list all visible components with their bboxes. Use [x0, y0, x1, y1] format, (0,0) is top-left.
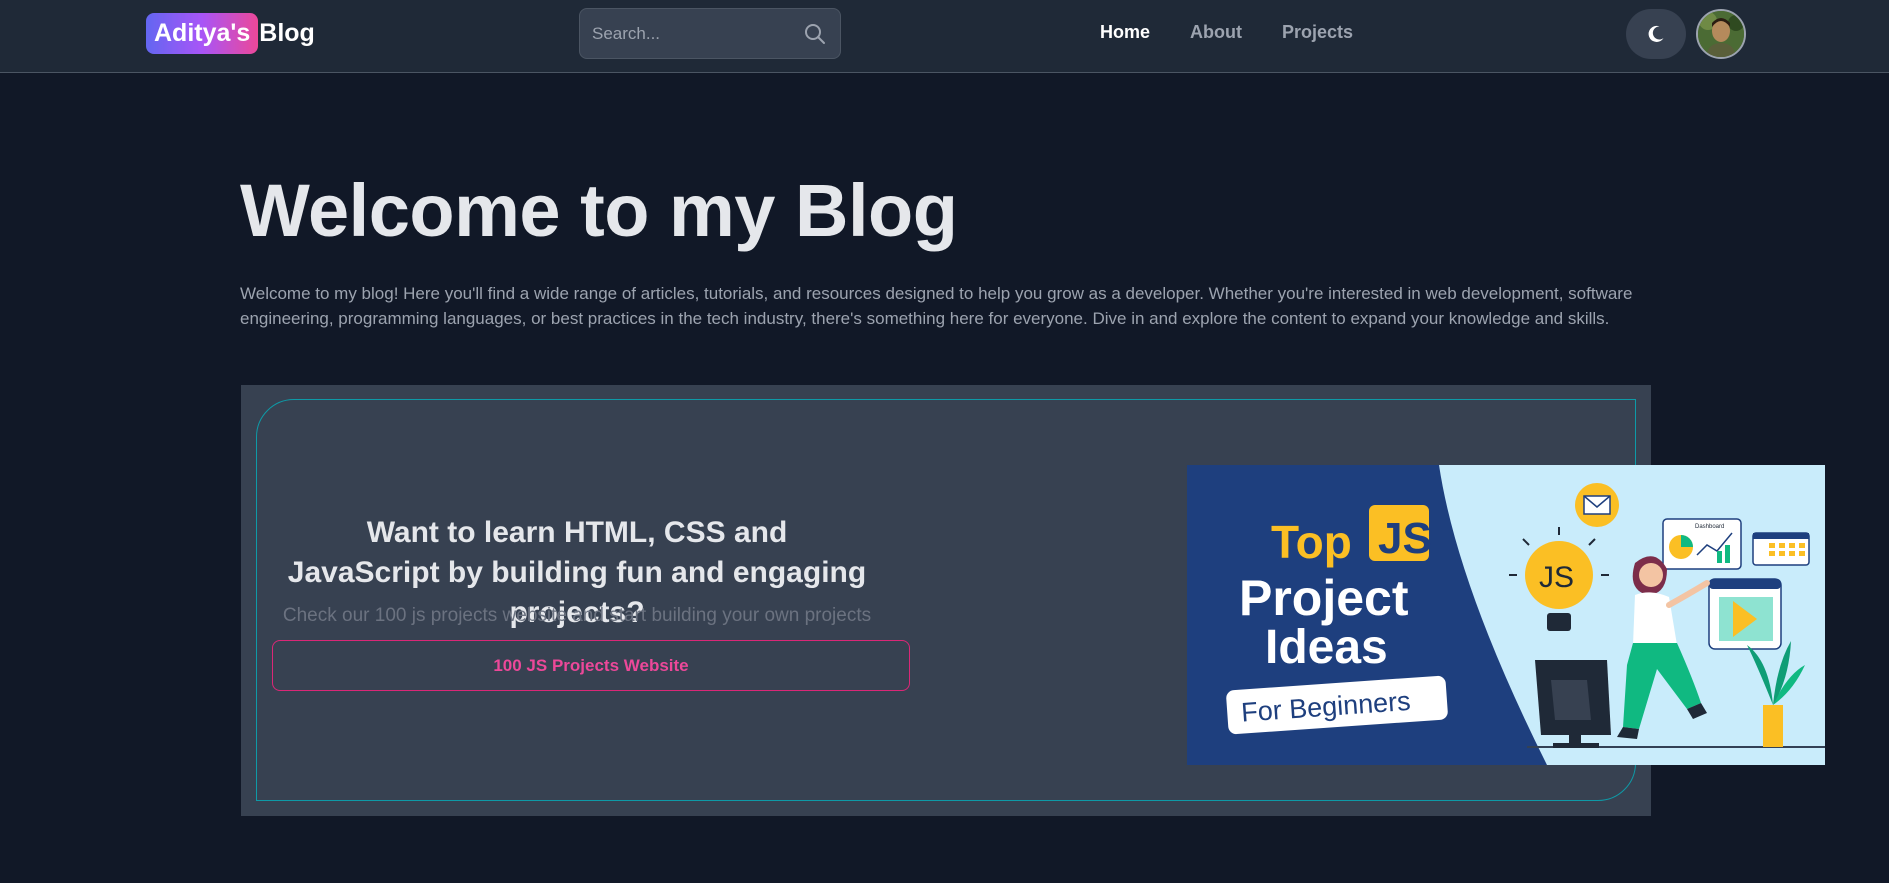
search-icon[interactable] [804, 23, 826, 45]
theme-toggle-button[interactable] [1626, 9, 1686, 59]
banner-dashboard-text: Dashboard [1695, 524, 1724, 530]
promo-card-frame: Want to learn HTML, CSS and JavaScript b… [256, 399, 1825, 801]
search-box [579, 8, 841, 59]
promo-subtext: Check our 100 js projects website and st… [282, 605, 872, 626]
nav-link-projects[interactable]: Projects [1282, 22, 1353, 43]
main-nav: Home About Projects [1100, 22, 1393, 43]
brand-logo[interactable]: Aditya's Blog [146, 12, 315, 55]
projects-website-button[interactable]: 100 JS Projects Website [272, 640, 910, 691]
avatar-image [1698, 11, 1744, 57]
user-avatar[interactable] [1696, 9, 1746, 59]
page-title: Welcome to my Blog [240, 169, 958, 252]
banner-top-text: Top [1271, 516, 1352, 568]
brand-text: Blog [259, 19, 315, 47]
navbar: Aditya's Blog Home About Projects [0, 0, 1889, 73]
banner-ideas-text: Ideas [1265, 621, 1388, 674]
intro-paragraph: Welcome to my blog! Here you'll find a w… [240, 284, 1633, 328]
brand-highlight: Aditya's [146, 13, 259, 54]
banner-bulb-text: JS [1539, 561, 1574, 594]
search-input[interactable] [592, 9, 792, 58]
banner-js-badge-text: JS [1378, 514, 1432, 563]
banner-project-text: Project [1239, 570, 1409, 626]
promo-card: Want to learn HTML, CSS and JavaScript b… [241, 385, 1825, 816]
moon-icon [1648, 25, 1664, 42]
promo-banner-image[interactable]: Top JS Project Ideas For Beginners JS Da… [1187, 465, 1825, 765]
nav-link-home[interactable]: Home [1100, 22, 1150, 43]
nav-link-about[interactable]: About [1190, 22, 1242, 43]
